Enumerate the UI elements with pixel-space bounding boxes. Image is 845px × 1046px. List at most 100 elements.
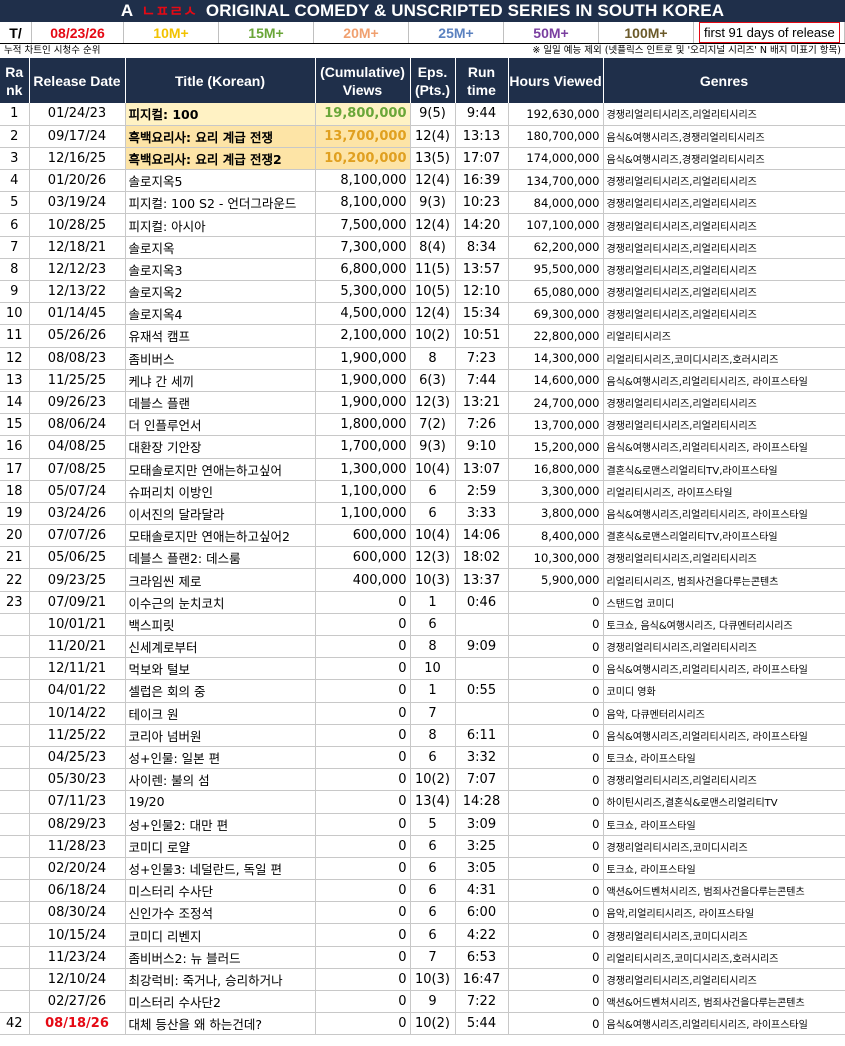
- cell-title: 케냐 간 세끼: [125, 369, 316, 392]
- cell-eps: 10: [410, 657, 456, 681]
- table-row: 17 07/08/25 모태솔로지만 연애는하고싶어 1,300,000 10(4) 13…: [0, 458, 845, 481]
- cell-genres: 경쟁리얼리티시리즈,코미디시리즈: [603, 923, 845, 947]
- cell-hours-viewed: 10,300,000: [508, 546, 604, 570]
- cell-runtime: 3:05: [455, 857, 509, 881]
- cell-runtime: 8:34: [455, 236, 509, 259]
- cell-views: 0: [315, 702, 411, 725]
- cell-hours-viewed: 16,800,000: [508, 458, 604, 481]
- cell-release-date: 09/17/24: [29, 125, 126, 148]
- tier-15m: 15M+: [219, 22, 314, 43]
- cell-eps: 6: [410, 502, 456, 526]
- cell-views: 0: [315, 768, 411, 792]
- cell-hours-viewed: 0: [508, 746, 604, 770]
- window-note: first 91 days of release: [694, 22, 845, 43]
- cell-hours-viewed: 0: [508, 968, 604, 992]
- cell-rank: [0, 613, 30, 637]
- cell-runtime: 9:09: [455, 635, 509, 659]
- cell-release-date: 01/20/26: [29, 169, 126, 193]
- cell-eps: 10(3): [410, 968, 456, 992]
- cell-hours-viewed: 0: [508, 879, 604, 903]
- cell-hours-viewed: 22,800,000: [508, 324, 604, 348]
- cell-runtime: 0:46: [455, 591, 509, 614]
- col-hours: Hours Viewed: [508, 58, 604, 103]
- cell-eps: 6: [410, 613, 456, 637]
- t-label: T/: [0, 22, 32, 43]
- cell-runtime: 9:10: [455, 435, 509, 459]
- cell-views: 6,800,000: [315, 258, 411, 282]
- cell-genres: 음식&여행시리즈,리얼리티시리즈, 라이프스타일: [603, 657, 845, 681]
- cell-views: 0: [315, 635, 411, 659]
- cell-title: 사이렌: 불의 섬: [125, 768, 316, 792]
- report-title: A ㄴㅍㄹㅅ ORIGINAL COMEDY & UNSCRIPTED SERI…: [0, 0, 845, 22]
- cell-rank: [0, 923, 30, 947]
- cell-release-date: 07/11/23: [29, 790, 126, 814]
- cell-rank: 42: [0, 1012, 30, 1036]
- cell-rank: [0, 946, 30, 969]
- cell-genres: 경쟁리얼리티시리즈,코미디시리즈: [603, 835, 845, 858]
- table-row: 4 01/20/26 솔로지옥5 8,100,000 12(4) 16:39 134,700…: [0, 169, 845, 193]
- cell-genres: 경쟁리얼리티시리즈,리얼리티시리즈: [603, 635, 845, 659]
- col-rank: Ra nk: [0, 58, 30, 103]
- cell-genres: 경쟁리얼리티시리즈,리얼리티시리즈: [603, 546, 845, 570]
- col-genres: Genres: [603, 58, 845, 103]
- cell-release-date: 08/30/24: [29, 901, 126, 925]
- cell-release-date: 08/06/24: [29, 413, 126, 437]
- cell-hours-viewed: 0: [508, 657, 604, 681]
- cell-release-date: 03/24/26: [29, 502, 126, 526]
- cell-views: 1,800,000: [315, 413, 411, 437]
- cell-rank: 14: [0, 391, 30, 415]
- cell-hours-viewed: 84,000,000: [508, 191, 604, 215]
- cell-title: 크라임씬 제로: [125, 568, 316, 592]
- cell-release-date: 10/15/24: [29, 923, 126, 947]
- cell-title: 신인가수 조정석: [125, 901, 316, 925]
- cell-release-date: 02/20/24: [29, 857, 126, 881]
- cell-eps: 10(2): [410, 768, 456, 792]
- cell-views: 400,000: [315, 568, 411, 592]
- cell-genres: 경쟁리얼리티시리즈,리얼리티시리즈: [603, 103, 845, 126]
- cell-eps: 6: [410, 901, 456, 925]
- cell-release-date: 11/23/24: [29, 946, 126, 969]
- cell-runtime: 3:25: [455, 835, 509, 858]
- cell-title: 대체 등산을 왜 하는건데?: [125, 1012, 316, 1036]
- cell-rank: 9: [0, 280, 30, 304]
- cell-rank: [0, 835, 30, 858]
- cell-rank: [0, 679, 30, 703]
- cell-genres: 결혼식&로맨스리얼리티TV,라이프스타일: [603, 458, 845, 481]
- cell-views: 0: [315, 835, 411, 858]
- table-row: 12/10/24 최강럭비: 죽거나, 승리하거나 0 10(3) 16:47 0 경쟁리얼…: [0, 968, 845, 992]
- cell-views: 0: [315, 679, 411, 703]
- cell-eps: 10(2): [410, 324, 456, 348]
- cell-rank: [0, 857, 30, 881]
- cell-runtime: 14:28: [455, 790, 509, 814]
- cell-rank: [0, 635, 30, 659]
- cell-hours-viewed: 0: [508, 724, 604, 747]
- cell-eps: 10(5): [410, 280, 456, 304]
- table-row: 11/28/23 코미디 로얄 0 6 3:25 0 경쟁리얼리티시리즈,코미디시리즈: [0, 835, 845, 858]
- cell-hours-viewed: 174,000,000: [508, 147, 604, 171]
- cell-release-date: 07/08/25: [29, 458, 126, 481]
- cell-views: 1,900,000: [315, 369, 411, 392]
- cell-views: 0: [315, 813, 411, 836]
- cell-hours-viewed: 0: [508, 857, 604, 881]
- cell-release-date: 04/08/25: [29, 435, 126, 459]
- cell-title: 피지컬: 아시아: [125, 213, 316, 237]
- cell-release-date: 07/09/21: [29, 591, 126, 614]
- cell-title: 테이크 원: [125, 702, 316, 725]
- table-row: 42 08/18/26 대체 등산을 왜 하는건데? 0 10(2) 5:44 0 음식&여행…: [0, 1012, 845, 1036]
- cell-title: 먹보와 털보: [125, 657, 316, 681]
- table-row: 8 12/12/23 솔로지옥3 6,800,000 11(5) 13:57 95,500,…: [0, 258, 845, 282]
- cell-release-date: 12/12/23: [29, 258, 126, 282]
- cell-hours-viewed: 0: [508, 946, 604, 969]
- cell-release-date: 10/14/22: [29, 702, 126, 725]
- title-text: ORIGINAL COMEDY & UNSCRIPTED SERIES IN S…: [205, 1, 725, 20]
- cell-genres: 음식&여행시리즈,리얼리티시리즈, 라이프스타일: [603, 369, 845, 392]
- cell-runtime: 17:07: [455, 147, 509, 171]
- cell-views: 1,100,000: [315, 502, 411, 526]
- cell-eps: 6: [410, 857, 456, 881]
- cell-eps: 1: [410, 591, 456, 614]
- cell-eps: 5: [410, 813, 456, 836]
- cell-title: 셀럽은 회의 중: [125, 679, 316, 703]
- cell-views: 1,700,000: [315, 435, 411, 459]
- table-row: 23 07/09/21 이수근의 눈치코치 0 1 0:46 0 스탠드업 코미디: [0, 591, 845, 614]
- cell-hours-viewed: 8,400,000: [508, 524, 604, 548]
